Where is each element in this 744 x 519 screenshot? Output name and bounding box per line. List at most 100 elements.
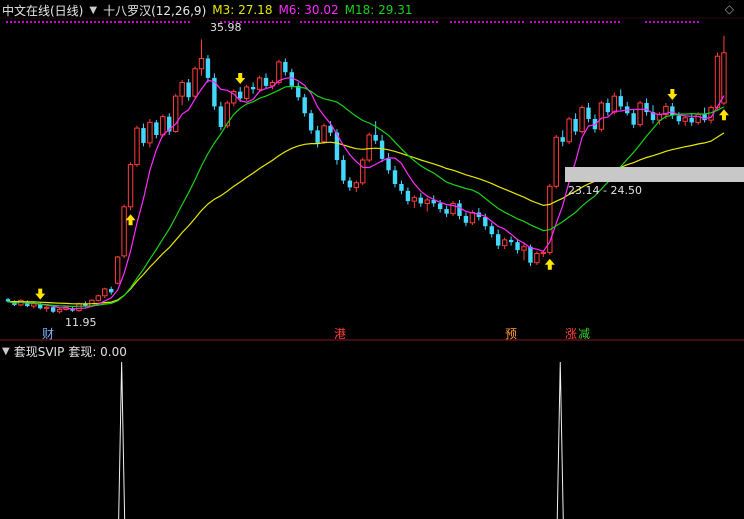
candle: [347, 180, 353, 188]
candle: [631, 113, 636, 125]
candle: [437, 203, 443, 210]
signal-dot: [144, 21, 146, 23]
signal-dot: [324, 21, 326, 23]
signal-dot: [436, 21, 438, 23]
svip-spike: [556, 361, 564, 519]
signal-dot: [602, 21, 604, 23]
signal-dot: [685, 21, 687, 23]
low-price-label: 11.95: [65, 316, 97, 329]
candle: [605, 102, 611, 113]
signal-dot: [380, 21, 382, 23]
candle: [573, 118, 578, 132]
signal-dot: [474, 21, 476, 23]
candle: [392, 170, 398, 184]
candle: [553, 136, 559, 187]
candle: [224, 102, 231, 127]
candle: [198, 58, 205, 70]
signal-dot: [665, 21, 667, 23]
signal-dot: [268, 21, 270, 23]
candle: [160, 116, 166, 136]
signal-dot: [62, 21, 64, 23]
signal-dot: [693, 21, 695, 23]
signal-dot: [164, 21, 166, 23]
signal-dot: [482, 21, 484, 23]
signal-dot: [594, 21, 596, 23]
candle: [283, 61, 288, 73]
signal-dot: [356, 21, 358, 23]
signal-dot: [176, 21, 178, 23]
signal-dot: [450, 21, 452, 23]
signal-dot: [697, 21, 699, 23]
candle: [508, 239, 514, 243]
signal-dot: [466, 21, 468, 23]
signal-dot: [424, 21, 426, 23]
candle: [341, 160, 346, 181]
signal-dot: [288, 21, 290, 23]
signal-dot: [308, 21, 310, 23]
signal-dot: [486, 21, 488, 23]
signal-dot: [284, 21, 286, 23]
sub-panel-header: ▼ 套现SVIP 套现: 0.00: [2, 343, 127, 360]
signal-dot: [58, 21, 60, 23]
signal-dot: [494, 21, 496, 23]
candle: [682, 117, 688, 122]
signal-dot: [160, 21, 162, 23]
signal-dot: [34, 21, 36, 23]
candle: [702, 114, 707, 121]
candle: [560, 137, 565, 142]
svip-spike: [118, 361, 126, 519]
signal-dot: [669, 21, 671, 23]
marker-yu[interactable]: 预: [505, 325, 517, 342]
marker-cai[interactable]: 财: [42, 325, 54, 342]
candle: [360, 159, 366, 184]
signal-dot: [312, 21, 314, 23]
signal-dot: [276, 21, 278, 23]
signal-dot: [610, 21, 612, 23]
signal-dot: [30, 21, 32, 23]
down-arrow-icon: [235, 73, 246, 85]
candle: [154, 122, 159, 135]
signal-dot: [50, 21, 52, 23]
signal-dot: [132, 21, 134, 23]
signal-dot: [673, 21, 675, 23]
signal-dot: [26, 21, 28, 23]
signal-dot: [582, 21, 584, 23]
signal-dot: [454, 21, 456, 23]
settings-diamond-icon[interactable]: ◇: [725, 2, 734, 16]
signal-dot: [316, 21, 318, 23]
signal-dot: [566, 21, 568, 23]
signal-dot: [332, 21, 334, 23]
candle: [528, 246, 533, 263]
signal-dot: [649, 21, 651, 23]
signal-dot: [102, 21, 104, 23]
title-bar: 中文在线(日线) ▼ 十八罗汉(12,26,9) M3: 27.18 M6: 3…: [2, 2, 413, 18]
candle: [598, 102, 605, 130]
signal-dot: [120, 21, 122, 23]
signal-dot: [328, 21, 330, 23]
candle: [534, 253, 540, 264]
signal-dot: [558, 21, 560, 23]
signal-dot: [70, 21, 72, 23]
sub-panel-collapse-icon[interactable]: ▼: [2, 346, 10, 357]
signal-dot: [606, 21, 608, 23]
marker-jian[interactable]: 减: [578, 325, 590, 342]
signal-dot: [340, 21, 342, 23]
up-arrow-icon: [544, 258, 555, 270]
marker-zhang[interactable]: 涨: [565, 325, 577, 342]
candle: [611, 95, 617, 113]
signal-dot: [514, 21, 516, 23]
indicator-collapse-icon[interactable]: ▼: [89, 5, 97, 16]
signal-dot: [94, 21, 96, 23]
ma3-label: M3: 27.18: [212, 3, 273, 17]
signal-dot: [661, 21, 663, 23]
marker-gang[interactable]: 港: [334, 325, 346, 342]
signal-dot: [404, 21, 406, 23]
range-label: 23.14 - 24.50: [568, 184, 642, 197]
signal-dot: [502, 21, 504, 23]
candle: [521, 246, 527, 251]
signal-dot: [348, 21, 350, 23]
signal-dot: [400, 21, 402, 23]
signal-dot: [86, 21, 88, 23]
signal-dot: [470, 21, 472, 23]
signal-dot: [586, 21, 588, 23]
